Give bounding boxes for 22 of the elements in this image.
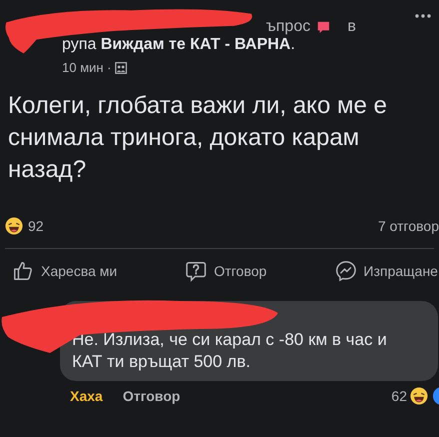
comment-action[interactable]: Хаха <box>70 386 103 406</box>
answer-button[interactable]: Отговор <box>184 260 267 282</box>
reaction-count[interactable]: 92 <box>28 216 44 236</box>
question-badge-icon <box>316 20 332 34</box>
header-text: ъпрос <box>266 17 310 37</box>
messenger-icon <box>334 260 357 282</box>
laughing-emoji-icon <box>410 387 428 405</box>
comment-action[interactable]: Отговор <box>122 386 180 406</box>
group-text: рупа Виждам те КАТ - ВАРНА. <box>62 35 296 55</box>
comment-reaction-count[interactable]: 62 <box>391 386 407 406</box>
group-icon <box>115 62 128 74</box>
like-reaction-icon <box>431 387 439 405</box>
laughing-emoji-icon <box>5 217 23 235</box>
post-time: 10 мин · <box>62 59 112 77</box>
comments-count[interactable]: 7 отговор <box>378 216 439 236</box>
more-icon[interactable] <box>415 14 431 18</box>
send-button[interactable]: Изпращане <box>334 260 438 282</box>
post-text: Колеги, глобата важи ли, ако ме е снимала тринога, докато карам назад? <box>7 91 388 185</box>
thumbs-up-icon <box>12 260 34 282</box>
header-text: в <box>347 17 356 37</box>
like-button[interactable]: Харесва ми <box>12 260 118 282</box>
question-bubble-icon <box>184 260 207 282</box>
